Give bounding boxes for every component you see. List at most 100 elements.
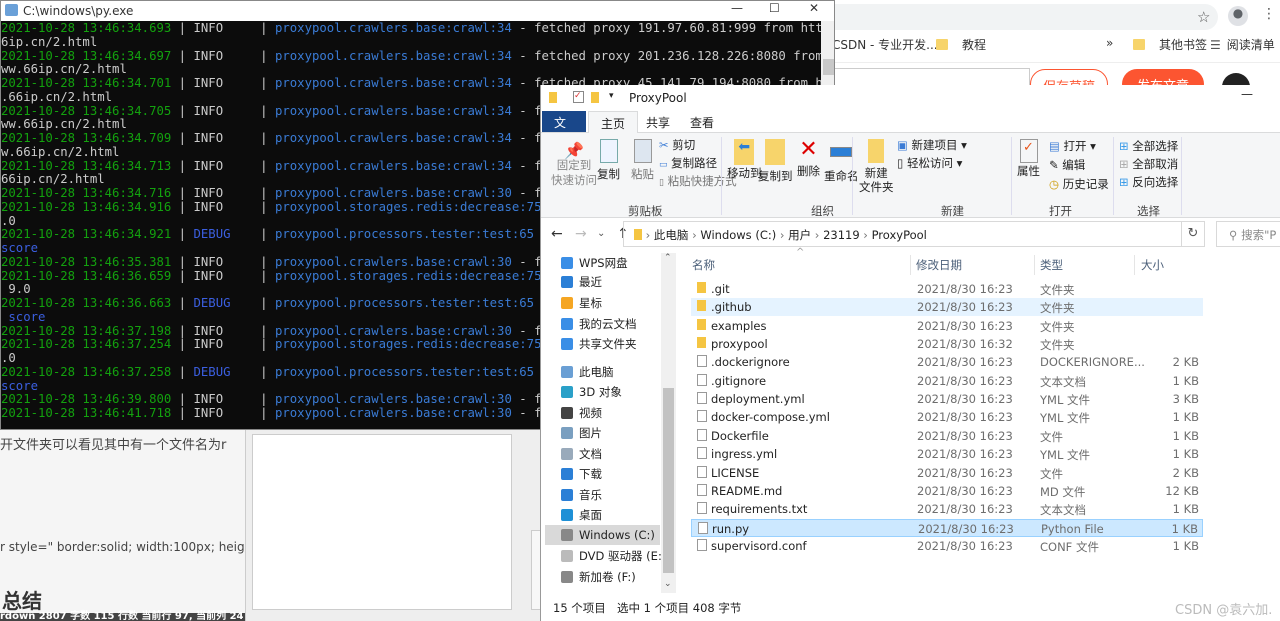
paste-shortcut-button[interactable]: ▯ 粘贴快捷方式 [659,173,737,189]
paste-button[interactable]: 粘贴 [631,139,654,182]
forward-button[interactable]: → [575,226,587,242]
delete-button[interactable]: ✕ 删除 [797,137,820,179]
address-bar[interactable] [830,4,1218,30]
file-row[interactable]: .git 2021/8/30 16:23 文件夹 [691,280,1203,298]
breadcrumb-item[interactable]: 此电脑 [654,228,689,242]
maximize-button[interactable]: ☐ [769,1,780,15]
new-folder-quick-icon[interactable] [591,92,599,103]
file-row[interactable]: README.md 2021/8/30 16:23 MD 文件 12 KB [691,482,1203,500]
copy-path-button[interactable]: ▭ 复制路径 [659,155,717,171]
bookmark-csdn[interactable]: CSDN - 专业开发... [832,36,938,53]
copy-button[interactable]: 复制 [597,139,620,182]
easy-access-button[interactable]: ▯ 轻松访问 ▾ [897,155,962,171]
select-none-icon: ⊞ [1119,157,1129,171]
tab-share[interactable]: 共享 [634,111,682,132]
quick-access-dropdown-icon[interactable]: ▾ [609,91,614,101]
file-row[interactable]: .dockerignore 2021/8/30 16:23 DOCKERIGNORE… [691,353,1203,371]
refresh-button[interactable]: ↻ [1181,221,1205,247]
recent-locations-button[interactable]: ⌄ [597,228,605,239]
file-date: 2021/8/30 16:23 [917,465,1013,480]
nav-item[interactable]: WPS网盘 [561,255,628,271]
properties-button[interactable]: ✓ 属性 [1017,139,1040,179]
pin-to-quick-access-button[interactable]: 📌 固定到 快速访问 [551,143,597,188]
nav-item[interactable]: 3D 对象 [561,384,622,400]
file-row[interactable]: examples 2021/8/30 16:23 文件夹 [691,317,1203,335]
nav-item[interactable]: 共享文件夹 [561,336,637,352]
nav-scrollbar[interactable]: ⌃ ⌄ [661,253,676,593]
nav-item[interactable]: 音乐 [561,487,602,503]
select-none-button[interactable]: ⊞ 全部取消 [1119,156,1178,172]
nav-item[interactable]: 文档 [561,446,602,462]
nav-item[interactable]: 此电脑 [561,364,614,380]
new-folder-button[interactable]: 新建 文件夹 [859,139,894,194]
bookmark-other[interactable]: 其他书签 [1133,36,1207,53]
nav-item[interactable]: DVD 驱动器 (E:) [561,548,666,564]
file-row[interactable]: run.py 2021/8/30 16:23 Python File 1 KB [691,518,1203,537]
scroll-up-icon[interactable]: ⌃ [664,253,672,263]
open-button[interactable]: ▤ 打开 ▾ [1049,138,1096,154]
file-row[interactable]: requirements.txt 2021/8/30 16:23 文本文档 1 KB [691,500,1203,518]
profile-icon[interactable]: ● [1228,6,1248,26]
bookmark-star-icon[interactable]: ☆ [1197,8,1210,26]
minimize-button[interactable]: — [1241,87,1253,101]
close-button[interactable]: ✕ [809,1,819,15]
file-row[interactable]: ingress.yml 2021/8/30 16:23 YML 文件 1 KB [691,445,1203,463]
breadcrumb-item[interactable]: 用户 [788,228,811,242]
tab-home[interactable]: 主页 [588,111,639,133]
history-button[interactable]: ◷ 历史记录 [1049,176,1109,192]
bookmark-tutorial[interactable]: 教程 [936,36,986,53]
move-to-button[interactable]: ⬅ 移动到 [727,139,762,181]
file-row[interactable]: proxypool 2021/8/30 16:32 文件夹 [691,335,1203,353]
nav-item[interactable]: 桌面 [561,507,602,523]
breadcrumb-item[interactable]: 23119 [823,228,860,242]
nav-item[interactable]: 图片 [561,425,602,441]
more-bookmarks[interactable]: » [1106,36,1113,50]
minimize-button[interactable]: — [731,1,743,15]
nav-item[interactable]: 视频 [561,405,602,421]
menu-icon[interactable]: ⋮ [1262,6,1276,22]
tab-file[interactable]: 文件 [542,111,586,147]
nav-item[interactable]: 最近 [561,274,602,290]
column-type[interactable]: 类型 [1040,257,1063,273]
copy-to-button[interactable]: 复制到 [758,139,793,184]
log-level: INFO [193,76,224,90]
select-all-button[interactable]: ⊞ 全部选择 [1119,138,1178,154]
nav-item[interactable]: 星标 [561,295,602,311]
cut-button[interactable]: ✂ 剪切 [659,137,695,153]
file-row[interactable]: Dockerfile 2021/8/30 16:23 文件 1 KB [691,427,1203,445]
console-line: 6ip.cn/2.html [1,35,821,50]
nav-item[interactable]: 下载 [561,466,602,482]
reading-list[interactable]: ☰ 阅读清单 [1210,36,1275,53]
column-date[interactable]: 修改日期 [916,257,962,273]
nav-item[interactable]: 我的云文档 [561,316,637,332]
scroll-thumb[interactable] [663,388,674,573]
tab-view[interactable]: 查看 [678,111,726,132]
nav-item[interactable]: Windows (C:) [545,525,660,545]
watermark: CSDN @袁六加. [1175,603,1273,618]
new-item-button[interactable]: ▣ 新建项目 ▾ [897,137,967,153]
log-separator: | [171,323,194,338]
file-row[interactable]: docker-compose.yml 2021/8/30 16:23 YML 文件 1… [691,408,1203,426]
file-row[interactable]: supervisord.conf 2021/8/30 16:23 CONF 文件 1 … [691,537,1203,555]
breadcrumb-item[interactable]: ProxyPool [872,228,927,242]
scroll-down-icon[interactable]: ⌄ [664,579,672,589]
breadcrumb-item[interactable]: Windows (C:) [700,228,776,242]
nav-item[interactable]: 新加卷 (F:) [561,569,636,585]
invert-selection-button[interactable]: ⊞ 反向选择 [1119,174,1178,190]
file-size: 1 KB [1172,373,1199,388]
file-row[interactable]: LICENSE 2021/8/30 16:23 文件 2 KB [691,464,1203,482]
back-button[interactable]: ← [551,226,563,242]
file-row[interactable]: deployment.yml 2021/8/30 16:23 YML 文件 3 KB [691,390,1203,408]
address-bar[interactable]: › 此电脑 › Windows (C:) › 用户 › 23119 › Prox… [623,221,1205,247]
rename-button[interactable]: 重命名 [824,139,859,184]
properties-quick-icon[interactable]: ✓ [573,91,584,103]
edit-button[interactable]: ✎ 编辑 [1049,157,1085,173]
item-count: 15 个项目 [553,601,606,615]
file-name: proxypool [711,337,768,352]
column-size[interactable]: 大小 [1141,257,1164,273]
file-row[interactable]: .gitignore 2021/8/30 16:23 文本文档 1 KB [691,372,1203,390]
search-input[interactable]: ⚲ 搜索"P [1216,221,1280,247]
file-row[interactable]: .github 2021/8/30 16:23 文件夹 [691,298,1203,317]
column-name[interactable]: 名称 [692,257,715,273]
scroll-thumb[interactable] [823,59,834,75]
